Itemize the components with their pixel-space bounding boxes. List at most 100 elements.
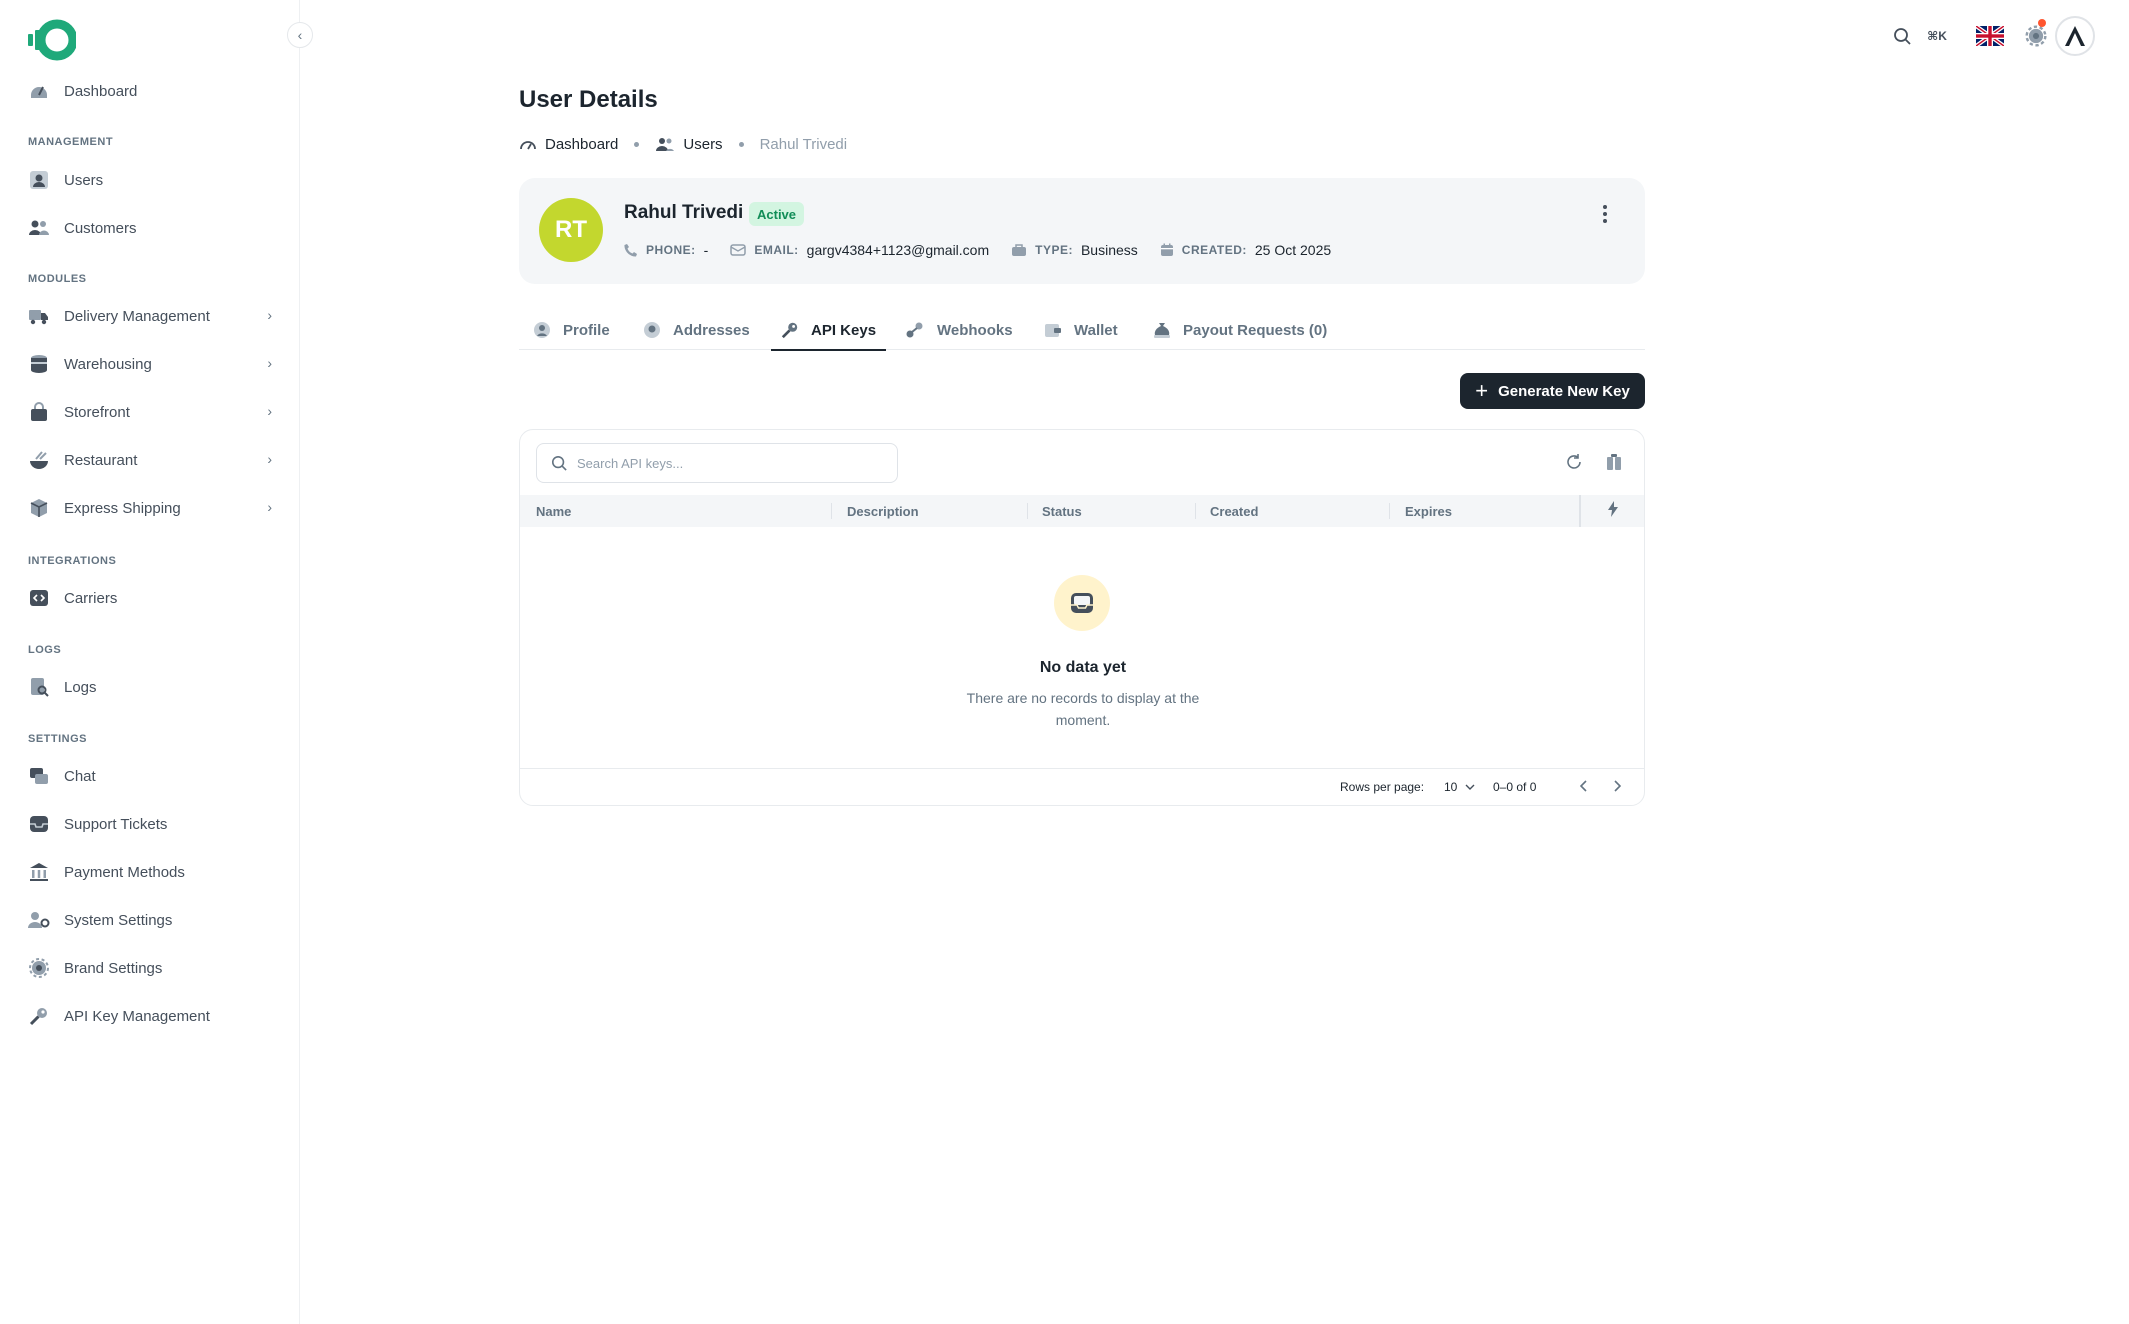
section-title-management: MANAGEMENT xyxy=(28,136,114,148)
tab-webhooks[interactable]: Webhooks xyxy=(905,310,1013,350)
sidebar: Dashboard MANAGEMENT Users Customers MOD… xyxy=(0,0,300,1324)
meta-email: EMAIL: gargv4384+1123@gmail.com xyxy=(730,242,989,258)
notification-dot xyxy=(2038,19,2046,27)
column-header-created[interactable]: Created xyxy=(1210,495,1258,527)
type-label: TYPE: xyxy=(1035,243,1073,257)
sidebar-item-brand-settings[interactable]: Brand Settings xyxy=(16,946,284,990)
breadcrumb-dashboard[interactable]: Dashboard xyxy=(519,136,618,153)
briefcase-icon xyxy=(1011,243,1027,257)
column-header-name[interactable]: Name xyxy=(536,495,571,527)
created-value: 25 Oct 2025 xyxy=(1254,242,1332,258)
sidebar-item-label: API Key Management xyxy=(64,1007,210,1025)
sidebar-item-express-shipping[interactable]: Express Shipping › xyxy=(16,486,284,530)
calendar-icon xyxy=(1160,243,1174,257)
column-divider[interactable] xyxy=(1389,503,1390,519)
status-badge: Active xyxy=(749,202,805,226)
sidebar-item-warehousing[interactable]: Warehousing › xyxy=(16,342,284,386)
page-title: User Details xyxy=(519,86,658,113)
sidebar-item-customers[interactable]: Customers xyxy=(16,206,284,250)
sidebar-item-storefront[interactable]: Storefront › xyxy=(16,390,284,434)
column-header-status[interactable]: Status xyxy=(1042,495,1082,527)
language-flag-icon[interactable] xyxy=(1975,22,2005,50)
column-divider[interactable] xyxy=(831,503,832,519)
chevron-right-icon: › xyxy=(267,451,272,467)
breadcrumb: Dashboard Users Rahul Trivedi xyxy=(519,133,847,155)
dashboard-icon xyxy=(28,80,50,102)
chat-icon xyxy=(28,765,50,787)
brand-logo-icon[interactable] xyxy=(26,18,78,62)
tab-label: Profile xyxy=(563,321,610,339)
column-divider[interactable] xyxy=(1027,503,1028,519)
sidebar-item-support-tickets[interactable]: Support Tickets xyxy=(16,802,284,846)
actions-column-header xyxy=(1579,495,1644,527)
sidebar-item-label: Storefront xyxy=(64,403,130,421)
columns-icon[interactable] xyxy=(1602,450,1626,474)
empty-title: No data yet xyxy=(1039,659,1127,676)
column-header-expires[interactable]: Expires xyxy=(1405,495,1452,527)
tab-profile[interactable]: Profile xyxy=(533,310,610,350)
search-icon xyxy=(551,455,567,471)
sidebar-item-label: Payment Methods xyxy=(64,863,185,881)
sidebar-item-label: Support Tickets xyxy=(64,815,168,833)
sidebar-item-dashboard[interactable]: Dashboard xyxy=(16,69,284,113)
sidebar-item-delivery-management[interactable]: Delivery Management › xyxy=(16,294,284,338)
money-bag-icon xyxy=(1153,321,1171,339)
sidebar-item-chat[interactable]: Chat xyxy=(16,754,284,798)
sidebar-item-label: Dashboard xyxy=(64,82,138,100)
bank-icon xyxy=(28,861,50,883)
tab-payout-requests[interactable]: Payout Requests (0) xyxy=(1153,310,1327,350)
column-header-description[interactable]: Description xyxy=(847,495,919,527)
sidebar-item-label: Restaurant xyxy=(64,451,138,469)
breadcrumb-users[interactable]: Users xyxy=(655,135,723,153)
phone-icon xyxy=(624,243,638,257)
previous-page-button[interactable] xyxy=(1573,777,1595,799)
sidebar-item-api-key-management[interactable]: API Key Management xyxy=(16,994,284,1038)
user-icon xyxy=(28,169,50,191)
sidebar-item-carriers[interactable]: Carriers xyxy=(16,576,284,620)
document-search-icon xyxy=(28,676,50,698)
sidebar-item-system-settings[interactable]: System Settings xyxy=(16,898,284,942)
search-icon[interactable] xyxy=(1890,22,1914,50)
location-pin-icon xyxy=(643,321,661,339)
more-vertical-icon[interactable] xyxy=(1595,204,1615,224)
tab-wallet[interactable]: Wallet xyxy=(1044,310,1118,350)
sidebar-item-users[interactable]: Users xyxy=(16,158,284,202)
warehouse-icon xyxy=(28,353,50,375)
section-title-modules: MODULES xyxy=(28,273,87,285)
chevron-right-icon xyxy=(1613,779,1622,797)
api-keys-table: Name Description Status Created Expires … xyxy=(519,429,1645,806)
tab-label: Payout Requests (0) xyxy=(1183,321,1328,339)
breadcrumb-label: Users xyxy=(683,135,723,153)
rows-per-page-select[interactable]: 10 xyxy=(1444,780,1475,794)
sidebar-item-payment-methods[interactable]: Payment Methods xyxy=(16,850,284,894)
settings-gear-icon[interactable] xyxy=(2022,22,2050,50)
account-avatar[interactable] xyxy=(2055,16,2095,56)
lightning-icon xyxy=(1607,500,1619,522)
customers-icon xyxy=(28,217,50,239)
sidebar-collapse-button[interactable]: ‹ xyxy=(287,22,313,48)
search-input[interactable] xyxy=(577,455,877,471)
user-gear-icon xyxy=(28,909,50,931)
search-field[interactable] xyxy=(536,443,898,483)
email-label: EMAIL: xyxy=(754,243,799,257)
chevron-right-icon: › xyxy=(267,499,272,515)
created-label: CREATED: xyxy=(1181,243,1247,257)
sidebar-item-label: Chat xyxy=(64,767,96,785)
user-name: Rahul Trivedi xyxy=(624,202,744,223)
webhook-icon xyxy=(905,321,925,339)
generate-new-key-button[interactable]: + Generate New Key xyxy=(1460,373,1645,409)
tab-api-keys[interactable]: API Keys xyxy=(770,310,887,351)
breadcrumb-current: Rahul Trivedi xyxy=(759,135,848,153)
chevron-right-icon: › xyxy=(267,307,272,323)
sidebar-item-logs[interactable]: Logs xyxy=(16,665,284,709)
sidebar-item-label: Carriers xyxy=(64,589,118,607)
tab-addresses[interactable]: Addresses xyxy=(643,310,750,350)
refresh-icon[interactable] xyxy=(1562,450,1586,474)
user-meta: PHONE: - EMAIL: gargv4384+1123@gmail.com… xyxy=(624,240,1353,260)
column-divider[interactable] xyxy=(1195,503,1196,519)
sidebar-item-restaurant[interactable]: Restaurant › xyxy=(16,438,284,482)
chevron-right-icon: › xyxy=(267,403,272,419)
sidebar-item-label: System Settings xyxy=(64,911,173,929)
next-page-button[interactable] xyxy=(1606,777,1628,799)
sidebar-item-label: Express Shipping xyxy=(64,499,181,517)
